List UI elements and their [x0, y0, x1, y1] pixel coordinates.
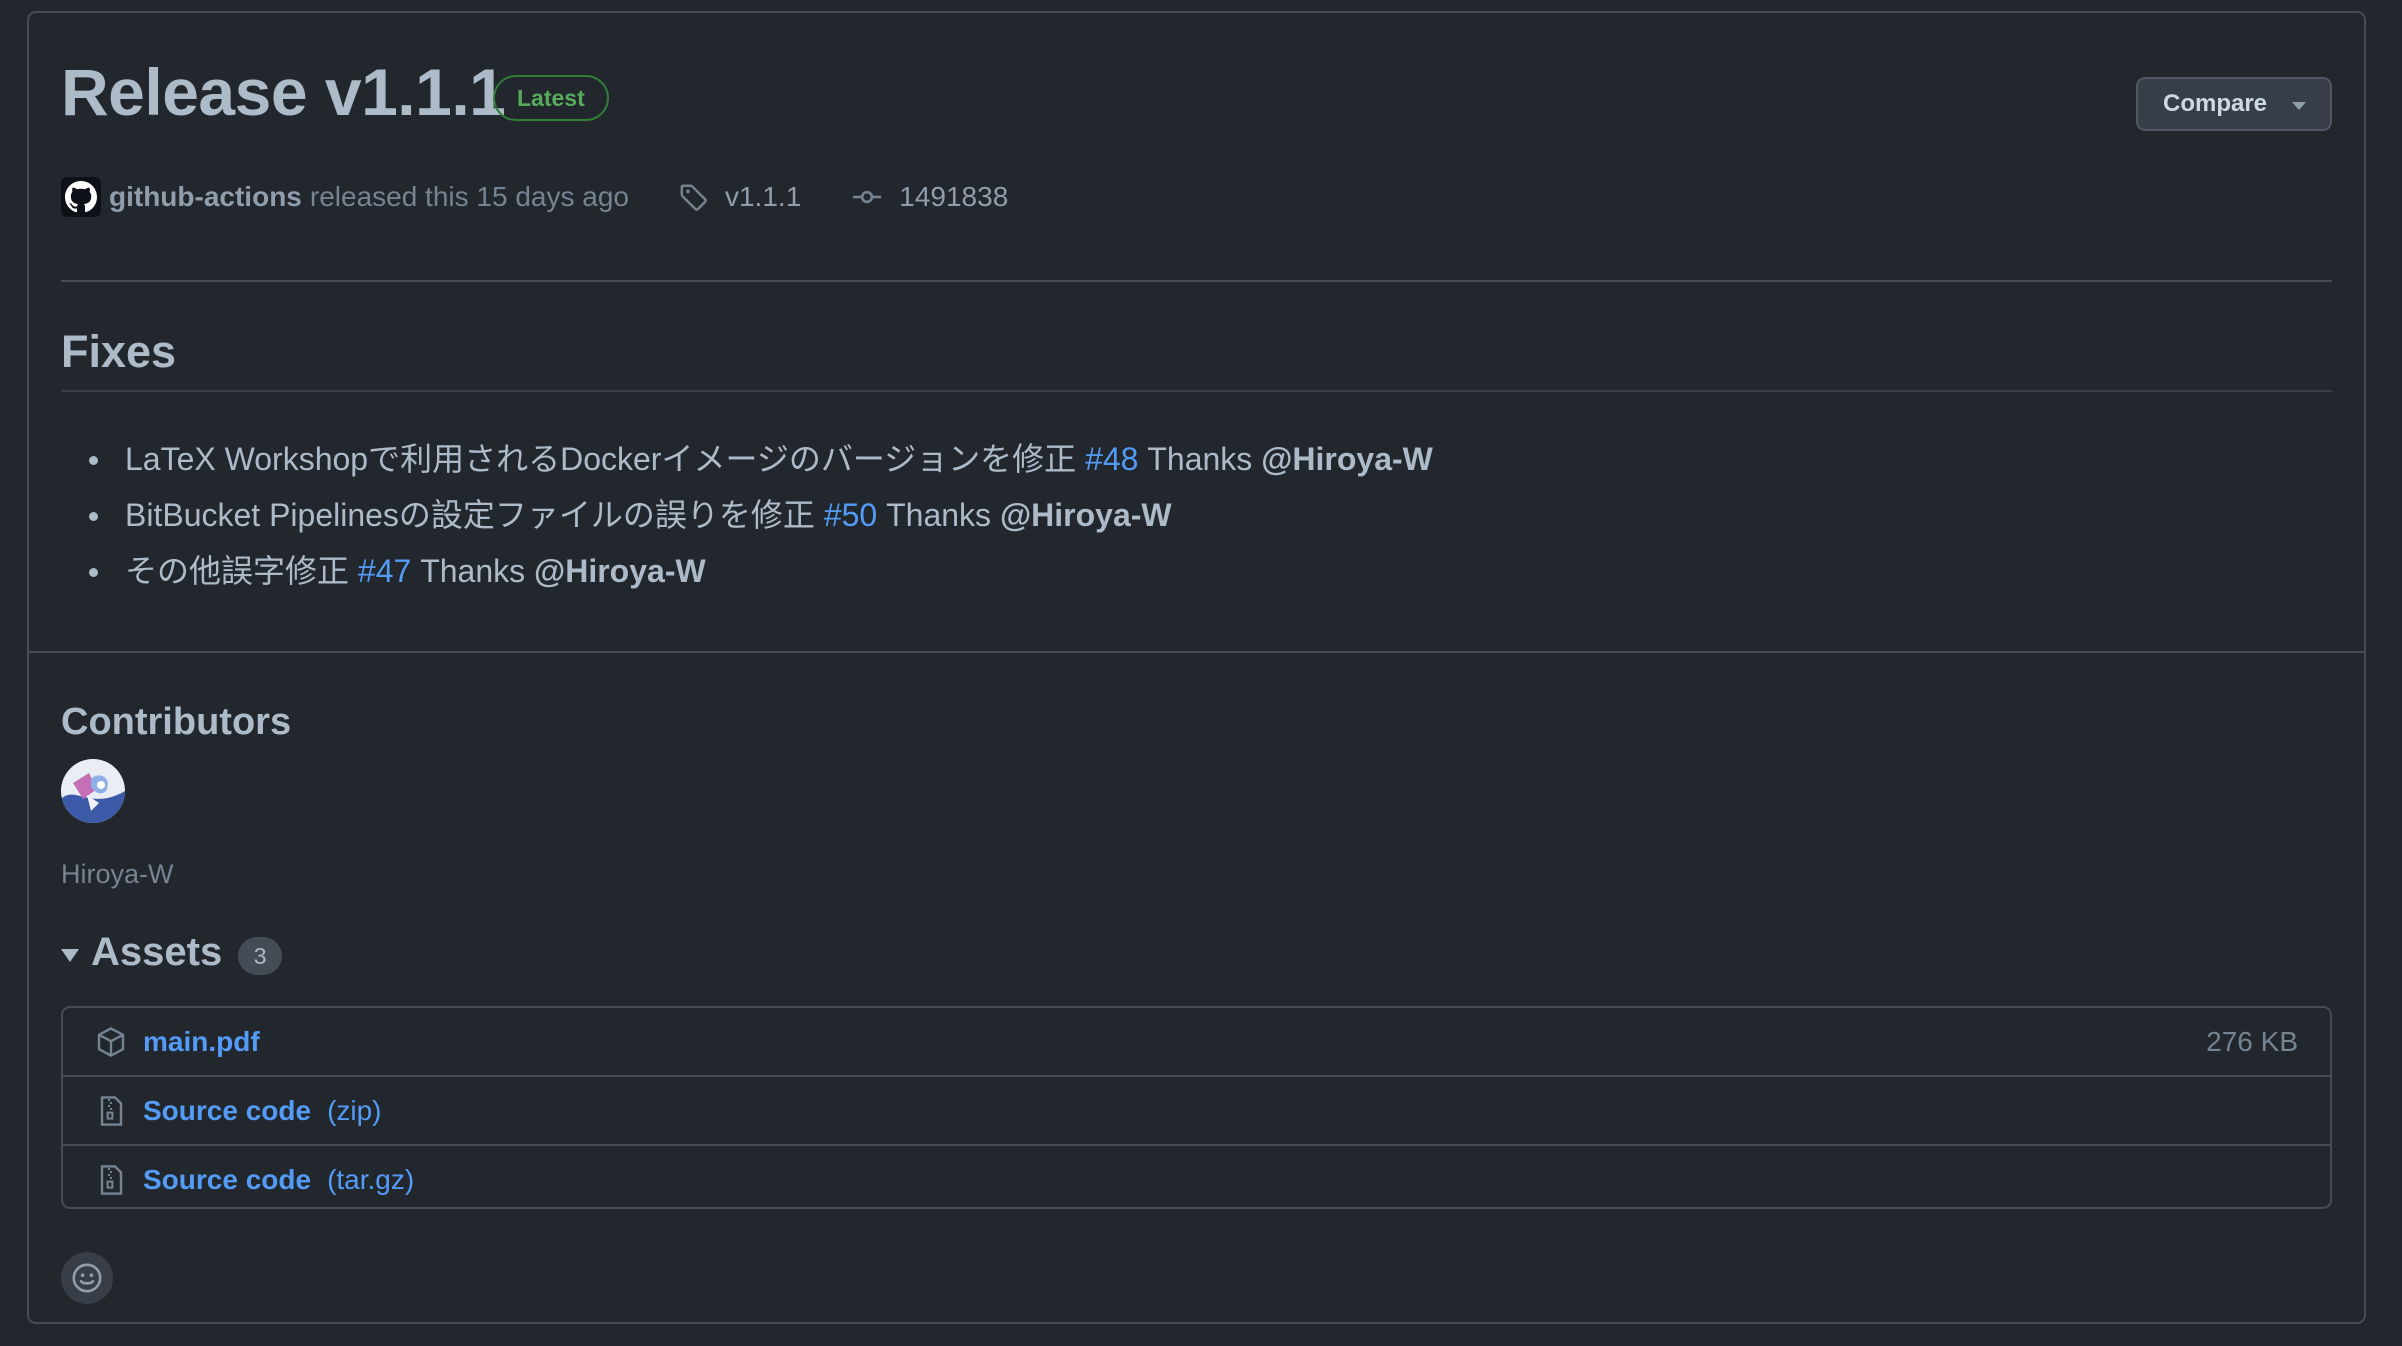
user-mention[interactable]: @Hiroya-W: [1261, 441, 1433, 477]
release-title[interactable]: Release v1.1.1: [61, 59, 506, 125]
add-reaction-button[interactable]: [61, 1252, 113, 1304]
release-card: Release v1.1.1 Latest Compare github-act…: [27, 11, 2366, 1324]
contributor-name[interactable]: Hiroya-W: [61, 859, 174, 890]
pr-link[interactable]: #48: [1085, 441, 1138, 477]
asset-row: Source code (tar.gz): [63, 1146, 2330, 1213]
asset-link[interactable]: Source code: [143, 1095, 311, 1127]
release-body-section: Release v1.1.1 Latest Compare github-act…: [29, 13, 2364, 653]
chevron-down-icon: [2292, 102, 2306, 110]
thanks-text: Thanks: [886, 497, 992, 533]
release-meta: github-actions released this 15 days ago…: [61, 177, 1008, 217]
thanks-text: Thanks: [420, 553, 526, 589]
compare-button-label: Compare: [2163, 90, 2268, 117]
github-mark-icon: [65, 181, 97, 213]
asset-link[interactable]: Source code: [143, 1164, 311, 1196]
fix-text: その他誤字修正: [125, 553, 350, 589]
user-mention[interactable]: @Hiroya-W: [1000, 497, 1172, 533]
contributor-avatar[interactable]: [61, 759, 125, 823]
compare-button[interactable]: Compare: [2136, 77, 2332, 131]
release-commit-label: 1491838: [899, 181, 1009, 212]
fixes-list: LaTeX Workshopで利用されるDockerイメージのバージョンを修正 …: [61, 431, 1433, 599]
assets-count-badge: 3: [238, 937, 283, 975]
header-divider: [61, 280, 2332, 282]
list-item: その他誤字修正 #47 Thanks @Hiroya-W: [61, 543, 1433, 599]
asset-format[interactable]: (tar.gz): [327, 1164, 414, 1196]
thanks-text: Thanks: [1147, 441, 1253, 477]
latest-badge: Latest: [493, 75, 609, 121]
release-commit[interactable]: 1491838: [851, 181, 1008, 213]
release-tag[interactable]: v1.1.1: [679, 181, 801, 213]
triangle-down-icon: [61, 948, 79, 962]
github-actions-avatar[interactable]: [61, 177, 101, 217]
asset-size: 276 KB: [2206, 1025, 2298, 1057]
pr-link[interactable]: #47: [358, 553, 411, 589]
assets-toggle[interactable]: Assets 3: [61, 927, 283, 977]
fix-text: LaTeX Workshopで利用されるDockerイメージのバージョンを修正: [125, 441, 1077, 477]
asset-row: main.pdf 276 KB: [63, 1008, 2330, 1077]
fixes-heading: Fixes: [61, 326, 177, 377]
contributor-avatar-image: [61, 759, 125, 823]
fixes-heading-divider: [61, 390, 2332, 392]
asset-row: Source code (zip): [63, 1077, 2330, 1146]
release-author[interactable]: github-actions: [109, 181, 302, 213]
list-item: LaTeX Workshopで利用されるDockerイメージのバージョンを修正 …: [61, 431, 1433, 487]
file-zip-icon: [100, 1164, 123, 1195]
release-tag-label: v1.1.1: [724, 181, 802, 212]
git-commit-icon: [853, 190, 882, 204]
pr-link[interactable]: #50: [824, 497, 877, 533]
released-text: released this 15 days ago: [309, 181, 629, 212]
tag-icon: [680, 184, 707, 211]
smiley-icon: [72, 1263, 102, 1293]
fix-text: BitBucket Pipelinesの設定ファイルの誤りを修正: [125, 497, 815, 533]
contributors-heading: Contributors: [61, 701, 292, 743]
list-item: BitBucket Pipelinesの設定ファイルの誤りを修正 #50 Tha…: [61, 487, 1433, 543]
file-zip-icon: [100, 1095, 123, 1126]
user-mention[interactable]: @Hiroya-W: [534, 553, 706, 589]
asset-link[interactable]: main.pdf: [143, 1026, 260, 1058]
assets-list: main.pdf 276 KB Source code (zip) Source…: [61, 1006, 2332, 1209]
package-icon: [97, 1026, 125, 1057]
asset-format[interactable]: (zip): [327, 1095, 381, 1127]
assets-heading: Assets: [91, 929, 223, 974]
